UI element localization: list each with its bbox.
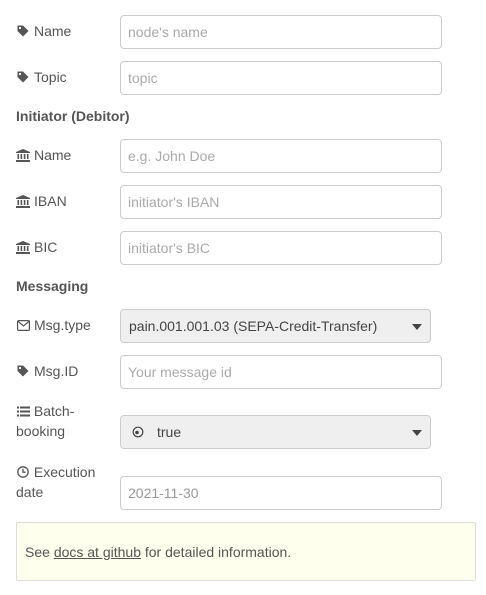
tag-icon [16,70,30,84]
execution-row: Execution date [16,462,446,512]
msg-id-row: Msg.ID [16,355,446,389]
msg-type-selected: pain.001.001.03 (SEPA-Credit-Transfer) [129,318,378,334]
info-prefix: See [25,543,54,560]
initiator-name-row: Name [16,139,446,173]
initiator-name-input[interactable] [120,139,442,173]
batch-selected: true [157,424,182,440]
chevron-down-icon [412,430,422,436]
chevron-down-icon [412,324,422,330]
messaging-heading: Messaging [16,278,89,294]
tag-icon [16,24,30,38]
iban-label: IBAN [16,191,67,211]
initiator-name-label: Name [16,145,71,165]
bic-input[interactable] [120,231,442,265]
tag-icon [16,364,30,378]
topic-row: Topic [16,61,446,95]
bank-icon [16,194,30,208]
bic-label: BIC [16,237,57,257]
batch-select[interactable]: true [120,415,431,449]
bic-label-text: BIC [34,239,58,255]
batch-row: Batch- booking true [16,401,446,451]
iban-row: IBAN [16,185,446,219]
msg-type-label-text: Msg.type [34,317,91,333]
name-label: Name [16,21,71,41]
msg-type-select[interactable]: pain.001.001.03 (SEPA-Credit-Transfer) [120,309,431,343]
msg-type-row: Msg.type pain.001.001.03 (SEPA-Credit-Tr… [16,309,446,343]
radio-icon [132,426,144,438]
topic-label-text: Topic [34,69,67,85]
bank-icon [16,240,30,254]
execution-label: Execution date [16,462,100,502]
name-input[interactable] [120,15,442,49]
envelope-icon [16,318,30,332]
iban-label-text: IBAN [34,193,67,209]
topic-label: Topic [16,67,67,87]
execution-label-line2: date [16,484,44,500]
clock-icon [16,465,30,479]
initiator-heading: Initiator (Debitor) [16,108,130,124]
docs-link[interactable]: docs at github [54,544,141,560]
info-text: See docs at github for detailed informat… [25,544,291,560]
bic-row: BIC [16,231,446,265]
msg-id-label-text: Msg.ID [34,363,79,379]
msg-id-label: Msg.ID [16,361,78,381]
name-row: Name [16,15,446,49]
iban-input[interactable] [120,185,442,219]
info-box: See docs at github for detailed informat… [16,522,476,581]
initiator-name-label-text: Name [34,147,72,163]
topic-input[interactable] [120,61,442,95]
msg-id-input[interactable] [120,355,442,389]
batch-label-line1: Batch- [33,403,75,419]
name-label-text: Name [34,23,72,39]
bank-icon [16,148,30,162]
info-suffix: for detailed information. [140,543,292,560]
execution-date-input[interactable] [120,476,442,510]
batch-label: Batch- booking [16,401,100,441]
batch-label-line2: booking [16,423,66,439]
execution-label-line1: Execution [33,464,96,480]
msg-type-label: Msg.type [16,315,91,335]
list-icon [16,405,30,419]
